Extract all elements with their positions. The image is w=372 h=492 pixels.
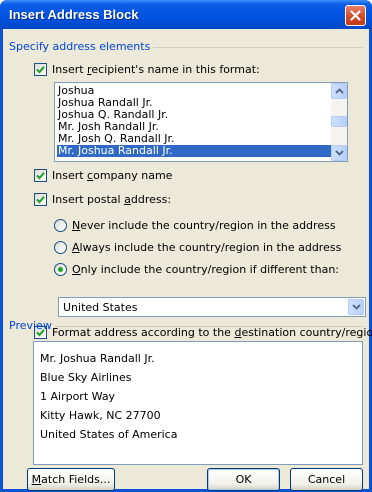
- country-select-value: United States: [63, 301, 138, 314]
- insert-address-block-dialog: Insert Address Block Specify address ele…: [0, 0, 372, 492]
- country-dropdown-button[interactable]: [348, 299, 364, 315]
- country-always-label[interactable]: Always include the country/region in the…: [72, 241, 341, 254]
- recipient-name-checkbox[interactable]: [34, 63, 47, 76]
- chevron-up-icon: [334, 88, 344, 94]
- close-icon: [350, 10, 361, 21]
- preview-line: Mr. Joshua Randall Jr.: [40, 352, 155, 365]
- postal-address-checkbox[interactable]: [34, 193, 47, 206]
- preview-line: United States of America: [40, 428, 178, 441]
- list-item-selected[interactable]: Mr. Joshua Randall Jr.: [57, 145, 331, 157]
- format-address-label[interactable]: Format address according to the destinat…: [52, 326, 372, 339]
- preview-heading: Preview: [9, 319, 52, 332]
- radio-selected-dot: [58, 267, 63, 272]
- scroll-thumb[interactable]: [331, 116, 347, 127]
- name-format-list[interactable]: Joshua Joshua Randall Jr. Joshua Q. Rand…: [54, 82, 348, 162]
- preview-line: Kitty Hawk, NC 27700: [40, 409, 161, 422]
- country-never-label[interactable]: Never include the country/region in the …: [72, 219, 336, 232]
- chevron-down-icon: [334, 150, 344, 156]
- scroll-down-button[interactable]: [331, 145, 347, 161]
- match-fields-button[interactable]: Match Fields...: [27, 468, 115, 491]
- section-divider: [55, 326, 363, 327]
- checkmark-icon: [36, 196, 45, 204]
- dialog-body: Specify address elements Insert recipien…: [3, 29, 372, 491]
- country-always-radio[interactable]: [54, 241, 67, 254]
- close-button[interactable]: [345, 5, 366, 26]
- country-only-if-different-radio[interactable]: [54, 263, 67, 276]
- address-elements-heading: Specify address elements: [9, 40, 151, 53]
- preview-line: Blue Sky Airlines: [40, 371, 132, 384]
- list-scrollbar[interactable]: [331, 83, 347, 161]
- preview-line: 1 Airport Way: [40, 390, 116, 403]
- cancel-button[interactable]: Cancel: [290, 468, 363, 491]
- company-name-checkbox[interactable]: [34, 169, 47, 182]
- company-name-label[interactable]: Insert company name: [52, 169, 172, 182]
- country-only-if-different-label[interactable]: Only include the country/region if diffe…: [72, 263, 339, 276]
- section-divider: [153, 47, 363, 48]
- dialog-title: Insert Address Block: [9, 7, 139, 22]
- checkmark-icon: [36, 172, 45, 180]
- scroll-up-button[interactable]: [331, 83, 347, 99]
- country-select[interactable]: United States: [58, 297, 366, 317]
- title-bar[interactable]: Insert Address Block: [0, 0, 372, 29]
- chevron-down-icon: [351, 304, 361, 310]
- country-never-radio[interactable]: [54, 219, 67, 232]
- address-preview-box: Mr. Joshua Randall Jr. Blue Sky Airlines…: [33, 341, 363, 465]
- checkmark-icon: [36, 66, 45, 74]
- postal-address-label[interactable]: Insert postal address:: [52, 193, 171, 206]
- ok-button[interactable]: OK: [207, 468, 280, 491]
- recipient-name-label[interactable]: Insert recipient's name in this format:: [52, 63, 260, 76]
